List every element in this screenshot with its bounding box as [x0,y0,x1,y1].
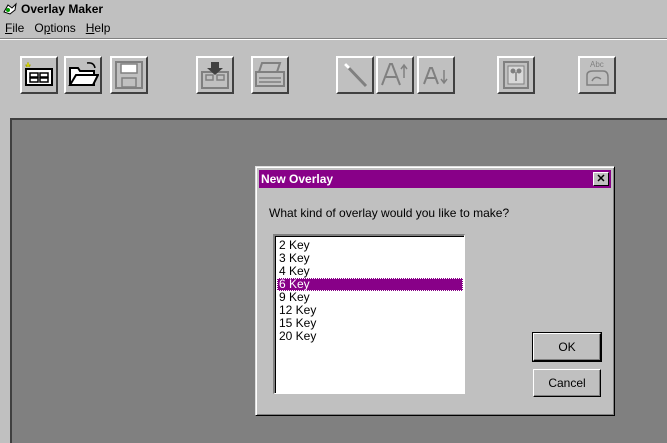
list-item[interactable]: 20 Key [277,330,463,343]
menu-options-rest: tions [50,20,76,35]
abc-hand-icon: Abc [586,60,609,86]
menu-bar: File Options Help [0,18,667,37]
title-bar: Overlay Maker [0,0,667,18]
window-title: Overlay Maker [21,2,104,16]
import-button[interactable] [196,56,234,94]
open-button[interactable] [64,56,102,94]
menu-file[interactable]: File [0,21,29,35]
overlay-type-list[interactable]: 2 Key 3 Key 4 Key 6 Key 9 Key 12 Key 15 Key 20 … [273,234,465,394]
dialog-prompt: What kind of overlay would you like to m… [269,206,510,220]
cancel-button[interactable]: Cancel [533,369,601,397]
new-overlay-button[interactable] [20,56,58,94]
magic-wand-icon [343,62,368,88]
new-overlay-dialog: New Overlay ✕ What kind of overlay would… [255,166,615,416]
print-button[interactable] [251,56,289,94]
close-icon: ✕ [596,172,606,185]
dialog-close-button[interactable]: ✕ [593,172,609,186]
folder-open-icon [68,62,99,86]
menu-help-rest: elp [94,20,111,35]
cancel-button-label: Cancel [548,376,586,390]
font-larger-button[interactable] [376,56,414,94]
floppy-disk-icon [115,61,143,89]
text-button[interactable]: Abc [578,56,616,94]
ok-button[interactable]: OK [532,332,602,362]
wand-button[interactable] [336,56,374,94]
menu-file-rest: ile [12,20,25,35]
menu-options[interactable]: Options [29,21,80,35]
menu-help[interactable]: Help [81,21,116,35]
ok-button-label: OK [558,340,576,354]
download-tray-icon [201,62,229,89]
text-smaller-icon [423,67,448,85]
menu-options-pre: O [34,20,44,35]
app-icon [3,2,17,15]
picture-frame-icon [503,61,529,89]
save-button[interactable] [110,56,148,94]
picture-button[interactable] [497,56,535,94]
svg-text:Abc: Abc [590,60,604,69]
text-larger-icon [381,63,408,86]
dialog-title: New Overlay [261,172,334,186]
printer-icon [255,62,285,87]
dialog-title-bar: New Overlay ✕ [259,170,611,188]
new-grid-icon [24,61,53,86]
font-smaller-button[interactable] [417,56,455,94]
toolbar: Abc [0,38,667,119]
